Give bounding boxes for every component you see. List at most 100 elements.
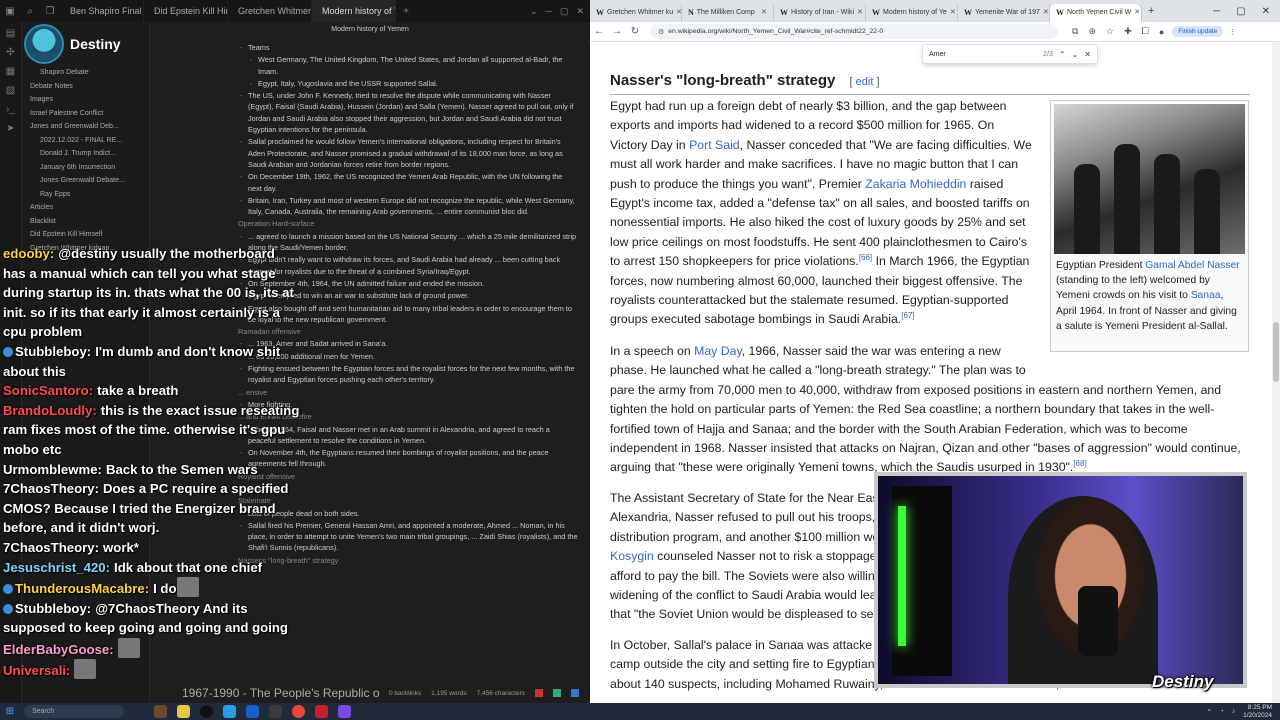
browser-tab[interactable]: W Modern history of Ye ✕ — [866, 4, 958, 22]
file-tree-item[interactable]: Images — [22, 93, 149, 107]
chat-username[interactable]: BrandoLoudly: — [3, 403, 97, 418]
canvas-icon[interactable]: ▦ — [6, 66, 15, 77]
citation-link[interactable]: [67] — [901, 311, 914, 320]
app-icon[interactable] — [315, 705, 328, 718]
tab-close-icon[interactable]: ✕ — [761, 4, 767, 22]
citation-link[interactable]: [68] — [1073, 459, 1086, 468]
minimize-icon[interactable]: ─ — [546, 6, 552, 17]
reload-icon[interactable]: ↻ — [626, 26, 644, 37]
file-tree-item[interactable]: Donald J. Trump Indict... — [22, 147, 149, 161]
new-tab-icon[interactable]: + — [396, 6, 416, 17]
new-tab-icon[interactable]: + — [1142, 5, 1160, 17]
file-tree-item[interactable]: Ray Epps — [22, 188, 149, 202]
minimize-icon[interactable]: ─ — [1213, 6, 1220, 17]
file-tree-item[interactable]: Jones and Greenwald Deb... — [22, 120, 149, 134]
file-tree-item[interactable]: Jones Greenwald Debate... — [22, 174, 149, 188]
url-field[interactable]: ⚙ en.wikipedia.org/wiki/North_Yemen_Civi… — [650, 24, 1058, 39]
puzzle-icon[interactable]: ⧠ — [1142, 26, 1149, 37]
chat-username[interactable]: ThunderousMacabre: — [15, 581, 149, 596]
zoom-icon[interactable]: ⊕ — [1088, 26, 1096, 37]
obsidian-tab[interactable]: Ben Shapiro Final Debat... — [60, 0, 144, 22]
network-icon[interactable]: ◔ — [1220, 708, 1224, 715]
publish-icon[interactable]: ➤ — [6, 123, 14, 134]
find-input[interactable]: Amer — [929, 51, 1037, 58]
maximize-icon[interactable]: ▢ — [560, 6, 569, 17]
find-next-icon[interactable]: ⌄ — [1072, 50, 1079, 59]
chevron-down-icon[interactable]: ⌄ — [530, 6, 538, 17]
search-icon[interactable]: ⌕ — [20, 6, 40, 17]
close-icon[interactable]: ✕ — [576, 6, 584, 17]
chat-username[interactable]: SonicSantoro: — [3, 383, 93, 398]
chat-username[interactable]: Urmomblewme: — [3, 462, 102, 477]
back-icon[interactable]: ← — [590, 26, 608, 37]
scrollbar-thumb[interactable] — [1273, 322, 1279, 382]
site-info-icon[interactable]: ⚙ — [658, 28, 664, 36]
chat-username[interactable]: 7ChaosTheory: — [3, 540, 99, 555]
app-icon[interactable] — [200, 705, 213, 718]
browser-tab[interactable]: N The Milliken Comp ✕ — [682, 4, 774, 22]
file-tree-item[interactable]: January 6th Insurrection — [22, 161, 149, 175]
browser-tab[interactable]: W Gretchen Whitmer ku ✕ — [590, 4, 682, 22]
browser-tab-active[interactable]: W North Yemen Civil W ✕ — [1050, 4, 1142, 22]
article-link[interactable]: Zakaria Mohieddin — [865, 177, 966, 191]
page-scrollbar[interactable] — [1272, 42, 1280, 703]
caption-link[interactable]: Sanaa — [1191, 290, 1221, 301]
profile-icon[interactable]: ● — [1159, 27, 1164, 37]
file-tree-item[interactable]: Did Epstein Kill Himself — [22, 228, 149, 242]
tab-close-icon[interactable]: ✕ — [950, 4, 956, 22]
obsidian-tab-active[interactable]: Modern history of Ye... — [312, 0, 396, 22]
translate-icon[interactable]: ⧉ — [1072, 26, 1078, 37]
citation-link[interactable]: [66] — [859, 253, 872, 262]
clock[interactable]: 8:25 PM 1/20/2024 — [1243, 704, 1272, 720]
file-tree-item[interactable]: 2022.12.022 - FINAL RE... — [22, 134, 149, 148]
file-tree-item[interactable]: Debate Notes — [22, 80, 149, 94]
browser-tab[interactable]: W History of Iran - Wiki ✕ — [774, 4, 866, 22]
edit-link[interactable]: [ edit ] — [850, 76, 880, 88]
article-link[interactable]: May Day — [694, 344, 742, 358]
chat-username[interactable]: Stubbleboy: — [15, 344, 91, 359]
file-tree-item[interactable]: Israel Palestine Conflict — [22, 107, 149, 121]
chat-username[interactable]: ElderBabyGoose: — [3, 642, 114, 657]
obsidian-icon[interactable] — [338, 705, 351, 718]
browser-tab[interactable]: W Yemenite War of 197 ✕ — [958, 4, 1050, 22]
chat-username[interactable]: 7ChaosTheory: — [3, 481, 99, 496]
bookmark-icon[interactable]: ❐ — [40, 6, 60, 17]
volume-icon[interactable]: ♪ — [1232, 708, 1235, 715]
app-icon[interactable] — [154, 705, 167, 718]
folder-icon[interactable]: ▣ — [0, 6, 20, 17]
article-link[interactable]: Kosygin — [610, 549, 654, 563]
chat-username[interactable]: Jesuschrist_420: — [3, 560, 110, 575]
file-tree-item[interactable]: Articles — [22, 201, 149, 215]
find-prev-icon[interactable]: ⌃ — [1059, 50, 1066, 59]
edit-link-label[interactable]: edit — [856, 76, 874, 88]
chat-username[interactable]: edooby: — [3, 246, 54, 261]
find-close-icon[interactable]: ✕ — [1084, 50, 1091, 59]
command-icon[interactable]: ›_ — [6, 104, 15, 115]
obsidian-tab[interactable]: Did Epstein Kill Himself — [144, 0, 228, 22]
files-icon[interactable]: ▤ — [6, 28, 15, 39]
close-icon[interactable]: ✕ — [1262, 6, 1270, 17]
chat-username[interactable]: Universali: — [3, 663, 70, 678]
star-icon[interactable]: ☆ — [1106, 26, 1114, 37]
article-link[interactable]: Port Said — [689, 138, 740, 152]
backlinks-count[interactable]: 0 backlinks — [389, 690, 421, 697]
menu-icon[interactable]: ⋮ — [1229, 28, 1236, 36]
app-icon[interactable] — [246, 705, 259, 718]
chrome-icon[interactable] — [292, 705, 305, 718]
file-tree-item[interactable]: Blacklist — [22, 215, 149, 229]
forward-icon[interactable]: → — [608, 26, 626, 37]
caption-link[interactable]: Gamal Abdel Nasser — [1145, 260, 1239, 271]
chat-username[interactable]: Stubbleboy: — [15, 601, 91, 616]
maximize-icon[interactable]: ▢ — [1236, 6, 1245, 17]
chevron-up-icon[interactable]: ⌃ — [1206, 708, 1211, 716]
tab-close-icon[interactable]: ✕ — [1043, 4, 1049, 22]
taskbar-search[interactable]: Search — [24, 705, 124, 718]
calendar-icon[interactable]: ▧ — [6, 85, 15, 96]
obsidian-tab[interactable]: Gretchen Whitmer kidna... — [228, 0, 312, 22]
file-tree-item[interactable]: Shapiro Debate — [22, 66, 149, 80]
extensions-icon[interactable]: ✚ — [1124, 26, 1132, 37]
start-icon[interactable]: ⊞ — [0, 706, 20, 717]
finish-update-button[interactable]: Finish update — [1172, 26, 1224, 37]
edge-icon[interactable] — [223, 705, 236, 718]
tab-close-icon[interactable]: ✕ — [1134, 4, 1140, 22]
